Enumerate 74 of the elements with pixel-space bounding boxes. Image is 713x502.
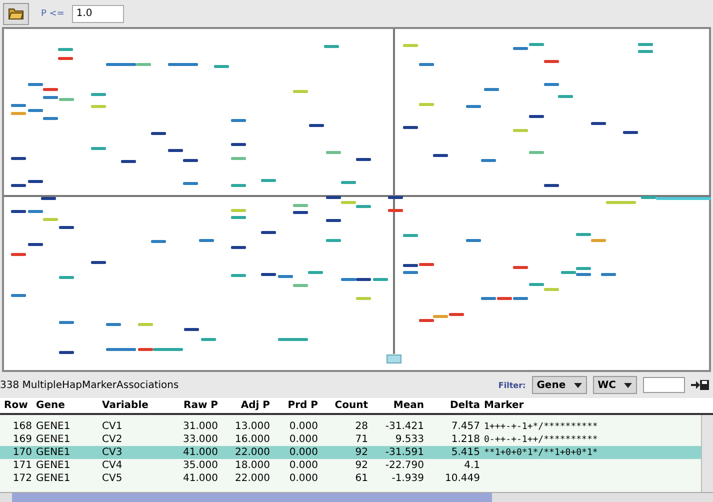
table-cell-text: CV2 [101,434,124,445]
table-cell-text: 7.457 [450,421,480,432]
table-cell-text: 172 [12,473,32,484]
table-cell-text: 41.000 [182,447,218,458]
column-header[interactable]: Row [0,400,32,411]
column-header[interactable]: Count [318,400,368,411]
column-header[interactable]: Gene [32,400,98,411]
column-header[interactable]: Raw P [162,400,218,411]
table-cell-text: GENE1 [35,460,72,471]
table-cell-text: 10.449 [444,473,480,484]
folder-icon [8,7,24,20]
table-cell-text: 5.415 [450,447,480,458]
table-cell-text: 0.000 [288,460,318,471]
table-cell-text: 168 [12,421,32,432]
table-cell-text: CV5 [101,473,124,484]
export-icon[interactable] [691,379,709,391]
table-cell-text: 0.000 [288,473,318,484]
table-cell-text: 0.000 [288,447,318,458]
table-cell-text: -31.591 [384,447,424,458]
table-cell-text: 18.000 [234,460,270,471]
vertical-scrollbar[interactable] [701,415,713,492]
table-cell-text: GENE1 [35,447,72,458]
table-cell-text: CV3 [101,447,124,458]
p-threshold-field[interactable]: 1.0 [72,4,124,22]
table-cell-text: CV1 [101,421,124,432]
table-cell-text: GENE1 [35,434,72,445]
table-cell-text: 61 [354,473,368,484]
table-cell-text: 170 [12,447,32,458]
table-cell-text: 71 [354,434,368,445]
table-cell-text: GENE1 [35,421,72,432]
table-cell-text: -31.421 [384,421,424,432]
table-cell-text: 0.000 [288,434,318,445]
horizontal-scrollbar[interactable] [0,492,713,502]
column-header[interactable]: Variable [98,400,162,411]
table-cell-text: 35.000 [182,460,218,471]
table-cell-text: 16.000 [234,434,270,445]
filter-label: Filter: [498,380,526,390]
table-row[interactable]: 170 GENE1 CV3 41.000 22.000 0.000 92 -31.591 5.415 **1+0+0*1*/**1+0+0*1* [0,446,701,459]
table-cell-text: 41.000 [182,473,218,484]
p-threshold-label: P <= [41,8,64,18]
table-cell-text: 4.1 [463,460,480,471]
filter-field[interactable] [643,377,685,393]
table-cell-text: 92 [354,447,368,458]
table-cell-text: 0.000 [288,421,318,432]
column-header[interactable]: Marker [480,400,704,411]
table-cell-text: 31.000 [182,421,218,432]
caret-icon [624,382,632,388]
table-cell-text: 22.000 [234,447,270,458]
table-cell-text: **1+0+0*1*/**1+0+0*1* [483,448,599,458]
filter-dropdown[interactable]: WC [592,376,637,394]
table-cell-text: 22.000 [234,473,270,484]
table-cell-text: 33.000 [182,434,218,445]
column-header[interactable]: Prd P [270,400,318,411]
caret-icon [574,382,582,388]
table-cell-text: 1+++-+-1+*/********** [483,422,599,432]
table-cell-text: 92 [354,460,368,471]
table-cell-text: 9.533 [394,434,424,445]
table-cell-text: GENE1 [35,473,72,484]
table-cell-text: CV4 [101,460,124,471]
table-cell-text: 13.000 [234,421,270,432]
table-cell-text: 171 [12,460,32,471]
table-cell-text: 169 [12,434,32,445]
table-cell-text: -22.790 [384,460,424,471]
column-header[interactable]: Delta [424,400,480,411]
table-cell-text: 1.218 [450,434,480,445]
axis-handle[interactable] [386,354,402,364]
filter-dropdown[interactable]: Gene [532,376,587,394]
open-folder-button[interactable] [3,2,29,24]
table-cell-text: 0-++-+-1++/********** [483,434,599,444]
column-header[interactable]: Adj P [218,400,270,411]
table-cell-text: -1.939 [390,473,424,484]
results-title: 338 MultipleHapMarkerAssociations [0,380,180,390]
column-header[interactable]: Mean [368,400,424,411]
table-cell-text: 28 [354,421,368,432]
